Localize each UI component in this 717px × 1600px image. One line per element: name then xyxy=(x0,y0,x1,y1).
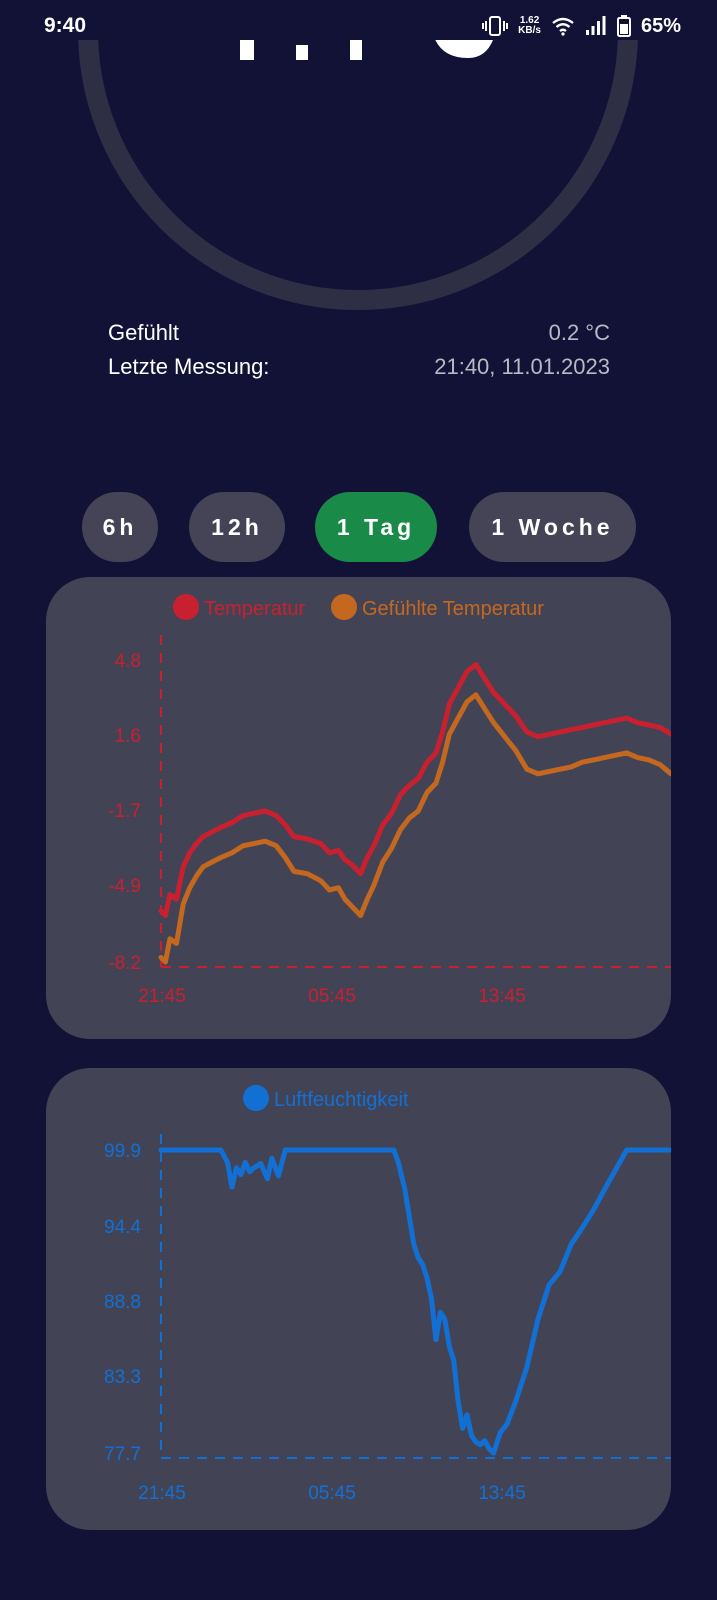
y-tick-label: -8.2 xyxy=(108,953,141,974)
y-tick-label: -1.7 xyxy=(108,801,141,822)
x-tick-label: 05:45 xyxy=(308,986,356,1007)
felt-value: 0.2 °C xyxy=(548,320,610,345)
legend-label: Luftfeuchtigkeit xyxy=(274,1089,409,1111)
series-line xyxy=(158,692,671,965)
series-line xyxy=(158,662,671,918)
legend-marker xyxy=(173,594,199,620)
range-12h-button[interactable]: 12h xyxy=(189,492,285,562)
battery-icon xyxy=(616,15,631,37)
y-tick-label: 88.8 xyxy=(104,1292,141,1313)
x-tick-label: 13:45 xyxy=(478,986,526,1007)
series-line xyxy=(158,1147,671,1456)
legend-marker xyxy=(331,594,357,620)
y-tick-label: -4.9 xyxy=(108,876,141,897)
status-icons: 1.62 KB/s 65% xyxy=(482,15,681,38)
temperature-chart: 4.8 1.6 -1.7 -4.9 -8.2 21:45 05:45 13:45 Tempera… xyxy=(108,594,671,1007)
humidity-chart-card: 99.9 94.4 88.8 83.3 77.7 21:45 05:45 13:45 Luftf… xyxy=(46,1068,671,1530)
legend-label: Gefühlte Temperatur xyxy=(362,598,544,620)
y-tick-label: 99.9 xyxy=(104,1141,141,1162)
temperature-chart-card: 4.8 1.6 -1.7 -4.9 -8.2 21:45 05:45 13:45 Tempera… xyxy=(46,577,671,1039)
y-tick-label: 94.4 xyxy=(104,1217,141,1238)
status-time: 9:40 xyxy=(44,14,87,37)
last-measure-label: Letzte Messung: xyxy=(108,354,270,379)
status-bar: 9:40 1.62 KB/s 65% xyxy=(0,0,717,52)
range-1week-button[interactable]: 1 Woche xyxy=(469,492,636,562)
wifi-icon xyxy=(552,17,574,36)
x-tick-label: 21:45 xyxy=(138,986,186,1007)
legend-label: Temperatur xyxy=(204,598,305,620)
gauge-ring xyxy=(78,40,638,310)
net-speed-unit: KB/s xyxy=(518,25,541,36)
y-tick-label: 1.6 xyxy=(115,726,141,747)
y-tick-label: 83.3 xyxy=(104,1367,141,1388)
battery-percent: 65% xyxy=(640,14,681,37)
net-speed: 1.62 KB/s xyxy=(518,16,541,36)
temperature-gauge xyxy=(0,40,717,310)
y-tick-label: 4.8 xyxy=(115,651,141,672)
humidity-chart: 99.9 94.4 88.8 83.3 77.7 21:45 05:45 13:45 Luftf… xyxy=(104,1085,671,1504)
vibrate-icon xyxy=(482,16,509,36)
signal-icon xyxy=(585,16,606,35)
legend-marker xyxy=(243,1085,269,1111)
last-measurement-row: Letzte Messung: 21:40, 11.01.2023 xyxy=(108,354,610,380)
felt-temperature-row: Gefühlt 0.2 °C xyxy=(108,320,610,346)
last-measure-value: 21:40, 11.01.2023 xyxy=(434,354,610,379)
range-1day-button[interactable]: 1 Tag xyxy=(315,492,437,562)
x-tick-label: 21:45 xyxy=(138,1483,186,1504)
y-tick-label: 77.7 xyxy=(104,1444,141,1465)
range-6h-button[interactable]: 6h xyxy=(82,492,158,562)
felt-label: Gefühlt xyxy=(108,320,179,345)
x-tick-label: 13:45 xyxy=(478,1483,526,1504)
x-tick-label: 05:45 xyxy=(308,1483,356,1504)
